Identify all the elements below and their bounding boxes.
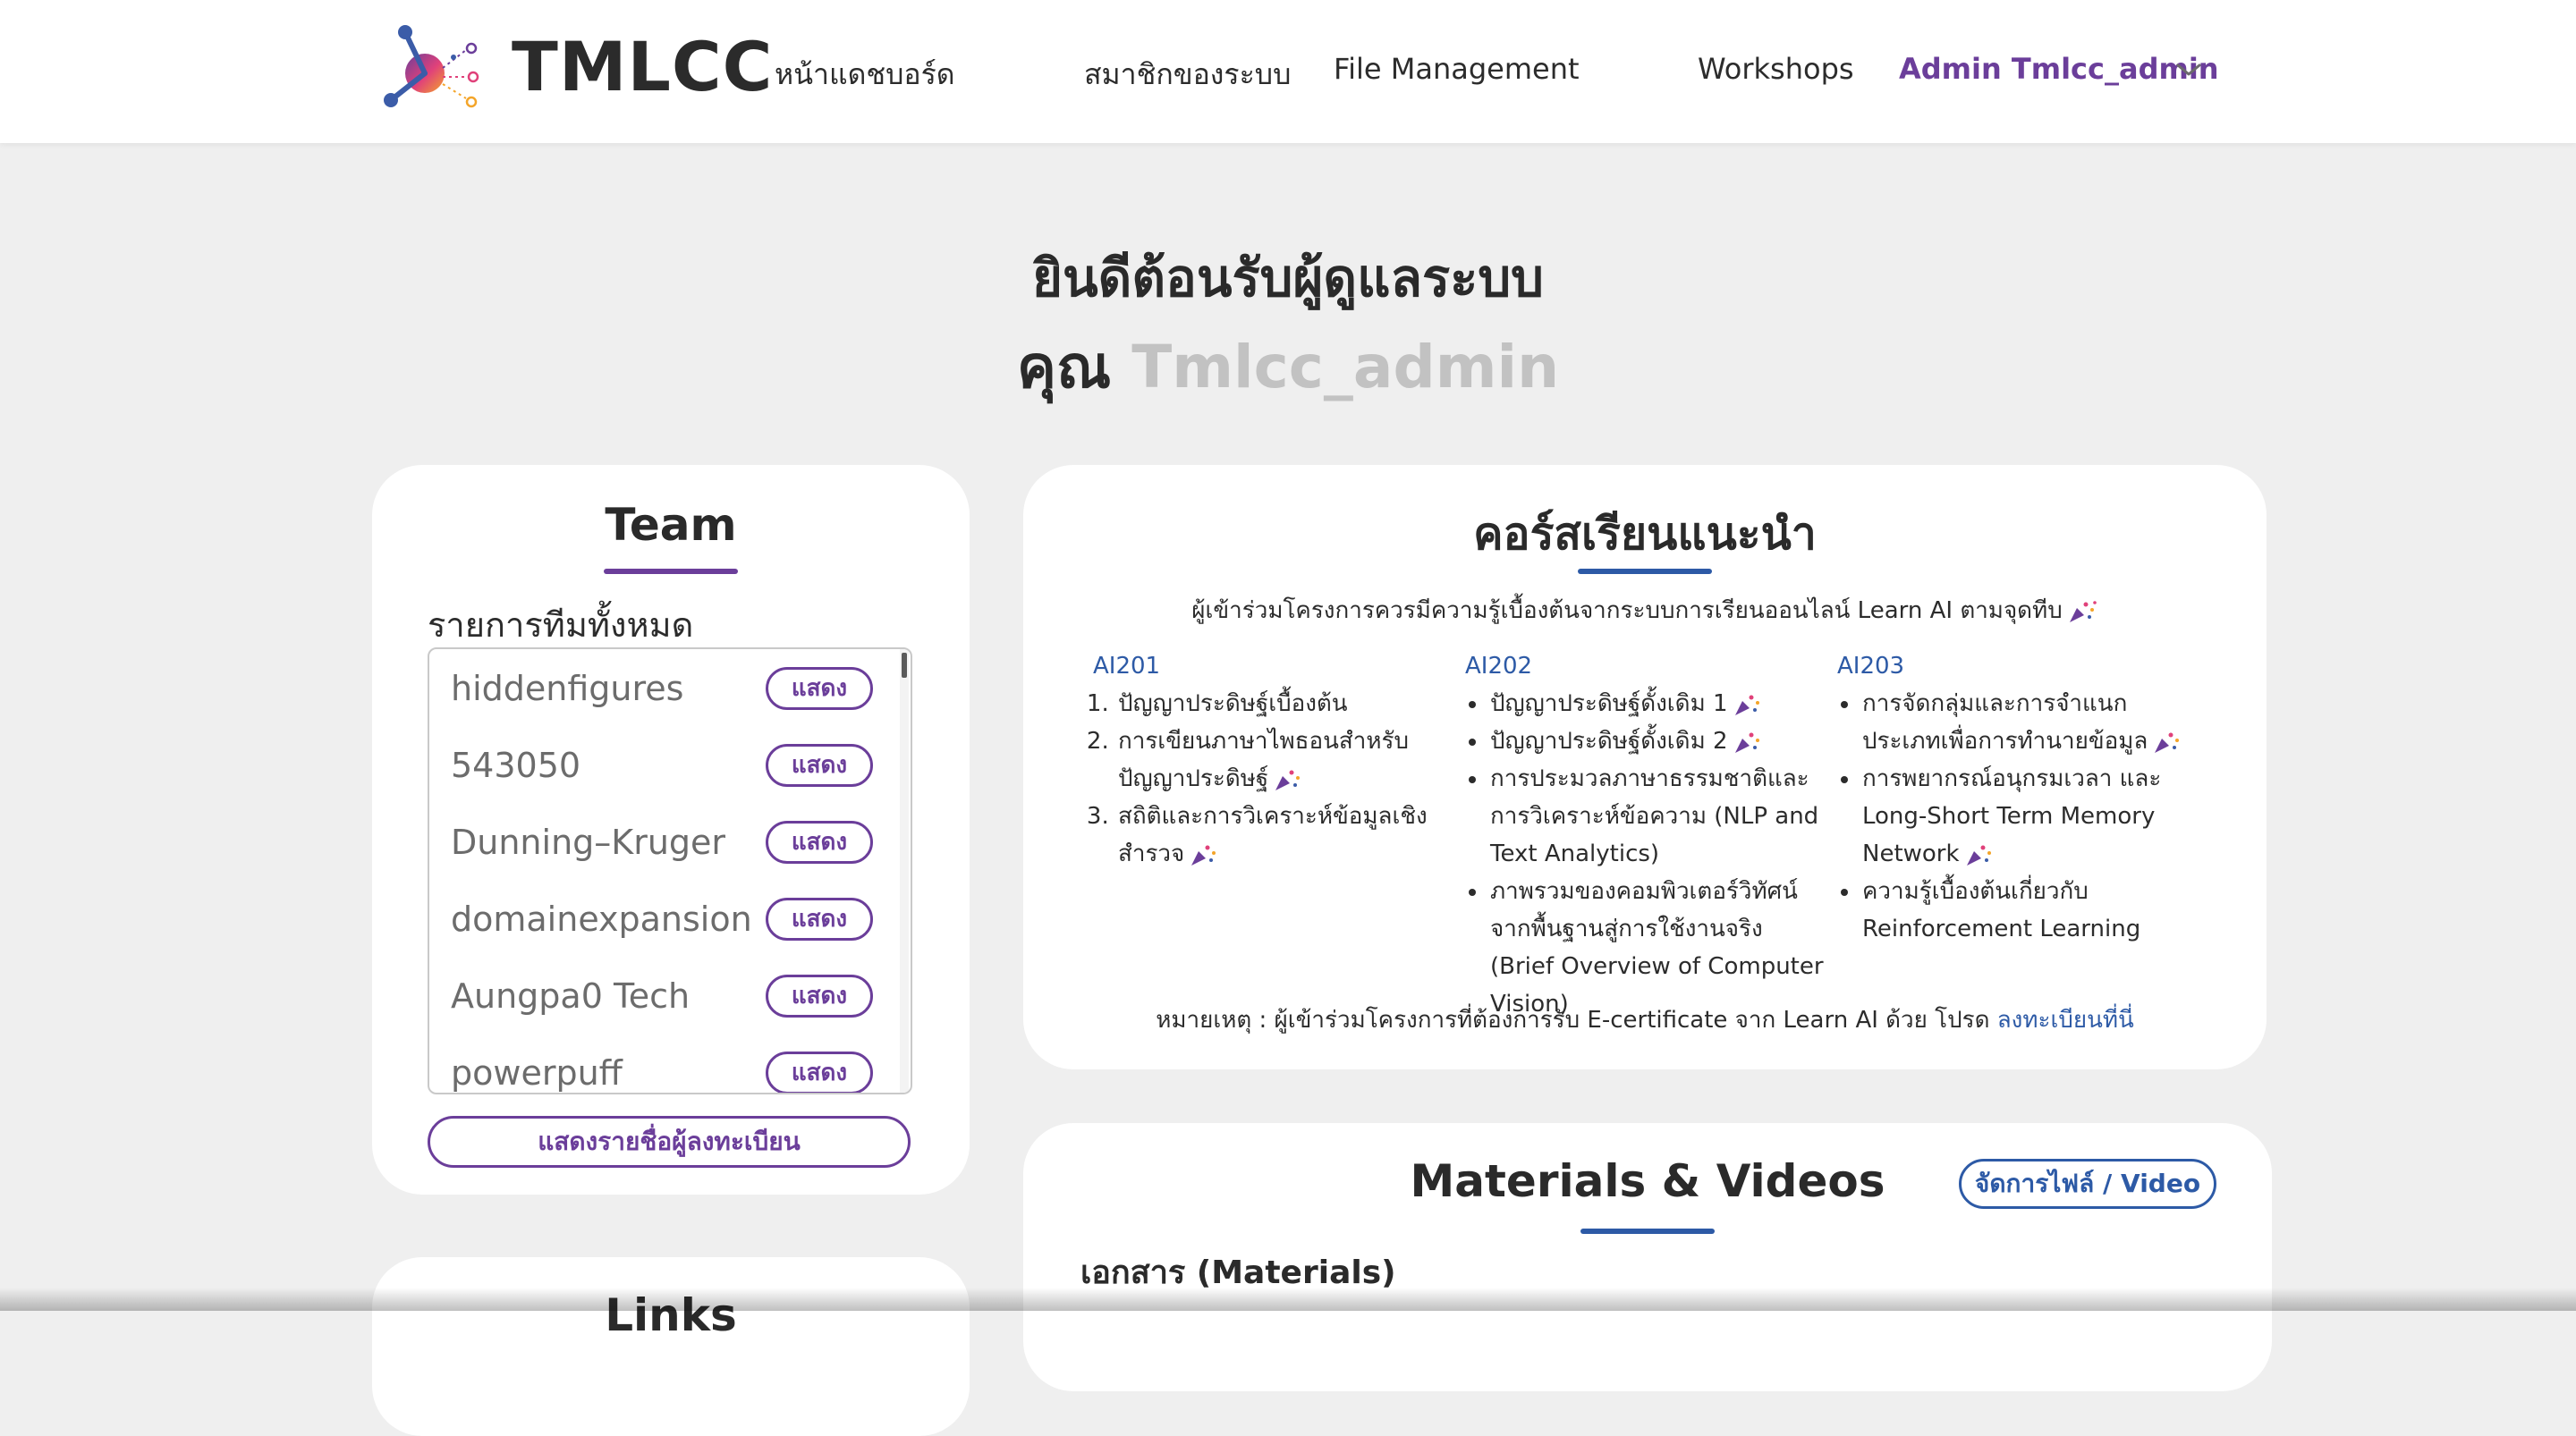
- show-team-button[interactable]: แสดง: [766, 667, 873, 710]
- party-popper-icon: [1734, 695, 1759, 715]
- welcome-user-line: คุณ Tmlcc_admin: [0, 320, 2576, 414]
- nav-file-management[interactable]: File Management: [1334, 52, 1580, 86]
- courses-note-text: หมายเหตุ : ผู้เข้าร่วมโครงการที่ต้องการร…: [1156, 1007, 1990, 1034]
- party-popper-icon: [2069, 600, 2097, 622]
- team-list-scroll-thumb[interactable]: [902, 653, 907, 678]
- team-row: powerpuff แสดง: [429, 1035, 894, 1093]
- party-popper-icon: [2155, 732, 2180, 753]
- course-item[interactable]: การเขียนภาษาไพธอนสำหรับปัญญาประดิษฐ์: [1116, 722, 1460, 798]
- courses-note: หมายเหตุ : ผู้เข้าร่วมโครงการที่ต้องการร…: [1023, 1001, 2267, 1038]
- courses-intro: ผู้เข้าร่วมโครงการควรมีความรู้เบื้องต้นจ…: [1023, 592, 2267, 629]
- courses-title: คอร์สเรียนแนะนำ: [1473, 508, 1817, 560]
- team-name: hiddenfigures: [451, 669, 684, 708]
- team-row: Dunning–Kruger แสดง: [429, 805, 894, 882]
- course-column-ai203: AI203 การจัดกลุ่มและการจำแนกประเภทเพื่อก…: [1837, 653, 2204, 948]
- show-team-button[interactable]: แสดง: [766, 898, 873, 941]
- party-popper-icon: [1275, 770, 1301, 790]
- party-popper-icon: [1734, 732, 1759, 753]
- team-title: Team: [605, 499, 737, 551]
- team-card: Team รายการทีมทั้งหมด hiddenfigures แสดง…: [372, 465, 970, 1195]
- welcome-heading: ยินดีต้อนรับผู้ดูแลระบบ: [1032, 248, 1544, 308]
- course-item[interactable]: ความรู้เบื้องต้นเกี่ยวกับ Reinforcement …: [1860, 873, 2204, 948]
- welcome-username: Tmlcc_admin: [1131, 333, 1560, 401]
- course-item[interactable]: ปัญญาประดิษฐ์ดั้งเดิม 1: [1488, 685, 1832, 722]
- party-popper-icon: [1966, 845, 1991, 866]
- course-code[interactable]: AI202: [1465, 653, 1832, 680]
- links-card: Links: [372, 1257, 970, 1436]
- show-team-button[interactable]: แสดง: [766, 975, 873, 1018]
- course-column-ai201: AI201 ปัญญาประดิษฐ์เบื้องต้น การเขียนภาษ…: [1093, 653, 1460, 873]
- team-list[interactable]: hiddenfigures แสดง 543050 แสดง Dunning–K…: [428, 647, 912, 1094]
- team-name: Dunning–Kruger: [451, 823, 726, 862]
- course-item[interactable]: ภาพรวมของคอมพิวเตอร์วิทัศน์จากพื้นฐานสู่…: [1488, 873, 1832, 1023]
- course-item[interactable]: การประมวลภาษาธรรมชาติและการวิเคราะห์ข้อค…: [1488, 760, 1832, 873]
- register-link[interactable]: ลงทะเบียนที่นี่: [1997, 1007, 2134, 1034]
- team-row: Aungpa0 Tech แสดง: [429, 959, 894, 1035]
- course-item[interactable]: ปัญญาประดิษฐ์ดั้งเดิม 2: [1488, 722, 1832, 760]
- team-name: domainexpansion: [451, 900, 752, 939]
- party-popper-icon: [1191, 845, 1216, 866]
- tmlcc-logo-icon[interactable]: [380, 23, 487, 113]
- materials-title-underline: [1580, 1229, 1715, 1234]
- show-team-button[interactable]: แสดง: [766, 744, 873, 787]
- bottom-shadow: [0, 1288, 2576, 1311]
- team-name: 543050: [451, 746, 581, 785]
- welcome-prefix: คุณ: [1016, 333, 1112, 401]
- course-code[interactable]: AI203: [1837, 653, 2204, 680]
- course-column-ai202: AI202 ปัญญาประดิษฐ์ดั้งเดิม 1 ปัญญาประดิ…: [1465, 653, 1832, 1023]
- courses-title-underline: [1578, 569, 1712, 574]
- team-title-underline: [604, 569, 738, 574]
- team-name: powerpuff: [451, 1053, 623, 1093]
- course-item[interactable]: ปัญญาประดิษฐ์เบื้องต้น: [1116, 685, 1460, 722]
- brand-name[interactable]: TMLCC: [512, 27, 773, 106]
- materials-card: Materials & Videos จัดการไฟล์ / Video เอ…: [1023, 1123, 2272, 1391]
- team-row: hiddenfigures แสดง: [429, 651, 894, 728]
- team-name: Aungpa0 Tech: [451, 976, 691, 1016]
- course-item[interactable]: การพยากรณ์อนุกรมเวลา และ Long-Short Term…: [1860, 760, 2204, 873]
- top-navbar: TMLCC หน้าแดชบอร์ด สมาชิกของระบบ File Ma…: [0, 0, 2576, 143]
- user-menu[interactable]: Admin Tmlcc_admin: [1899, 52, 2219, 86]
- show-registrants-button[interactable]: แสดงรายชื่อผู้ลงทะเบียน: [428, 1116, 911, 1168]
- team-list-subtitle: รายการทีมทั้งหมด: [428, 605, 694, 645]
- course-code[interactable]: AI201: [1093, 653, 1460, 680]
- show-team-button[interactable]: แสดง: [766, 821, 873, 864]
- nav-members[interactable]: สมาชิกของระบบ: [1084, 52, 1291, 97]
- show-team-button[interactable]: แสดง: [766, 1052, 873, 1093]
- nav-dashboard[interactable]: หน้าแดชบอร์ด: [775, 52, 955, 97]
- manage-files-button[interactable]: จัดการไฟล์ / Video: [1959, 1159, 2216, 1209]
- chevron-down-icon[interactable]: [2175, 61, 2202, 79]
- nav-workshops[interactable]: Workshops: [1698, 52, 1854, 86]
- team-row: 543050 แสดง: [429, 728, 894, 805]
- course-item[interactable]: การจัดกลุ่มและการจำแนกประเภทเพื่อการทำนา…: [1860, 685, 2204, 760]
- courses-intro-text: ผู้เข้าร่วมโครงการควรมีความรู้เบื้องต้นจ…: [1191, 597, 2063, 624]
- team-row: domainexpansion แสดง: [429, 882, 894, 959]
- course-item[interactable]: สถิติและการวิเคราะห์ข้อมูลเชิงสำรวจ: [1116, 798, 1460, 873]
- team-list-scrollbar[interactable]: [900, 649, 909, 1093]
- recommended-courses-card: คอร์สเรียนแนะนำ ผู้เข้าร่วมโครงการควรมีค…: [1023, 465, 2267, 1069]
